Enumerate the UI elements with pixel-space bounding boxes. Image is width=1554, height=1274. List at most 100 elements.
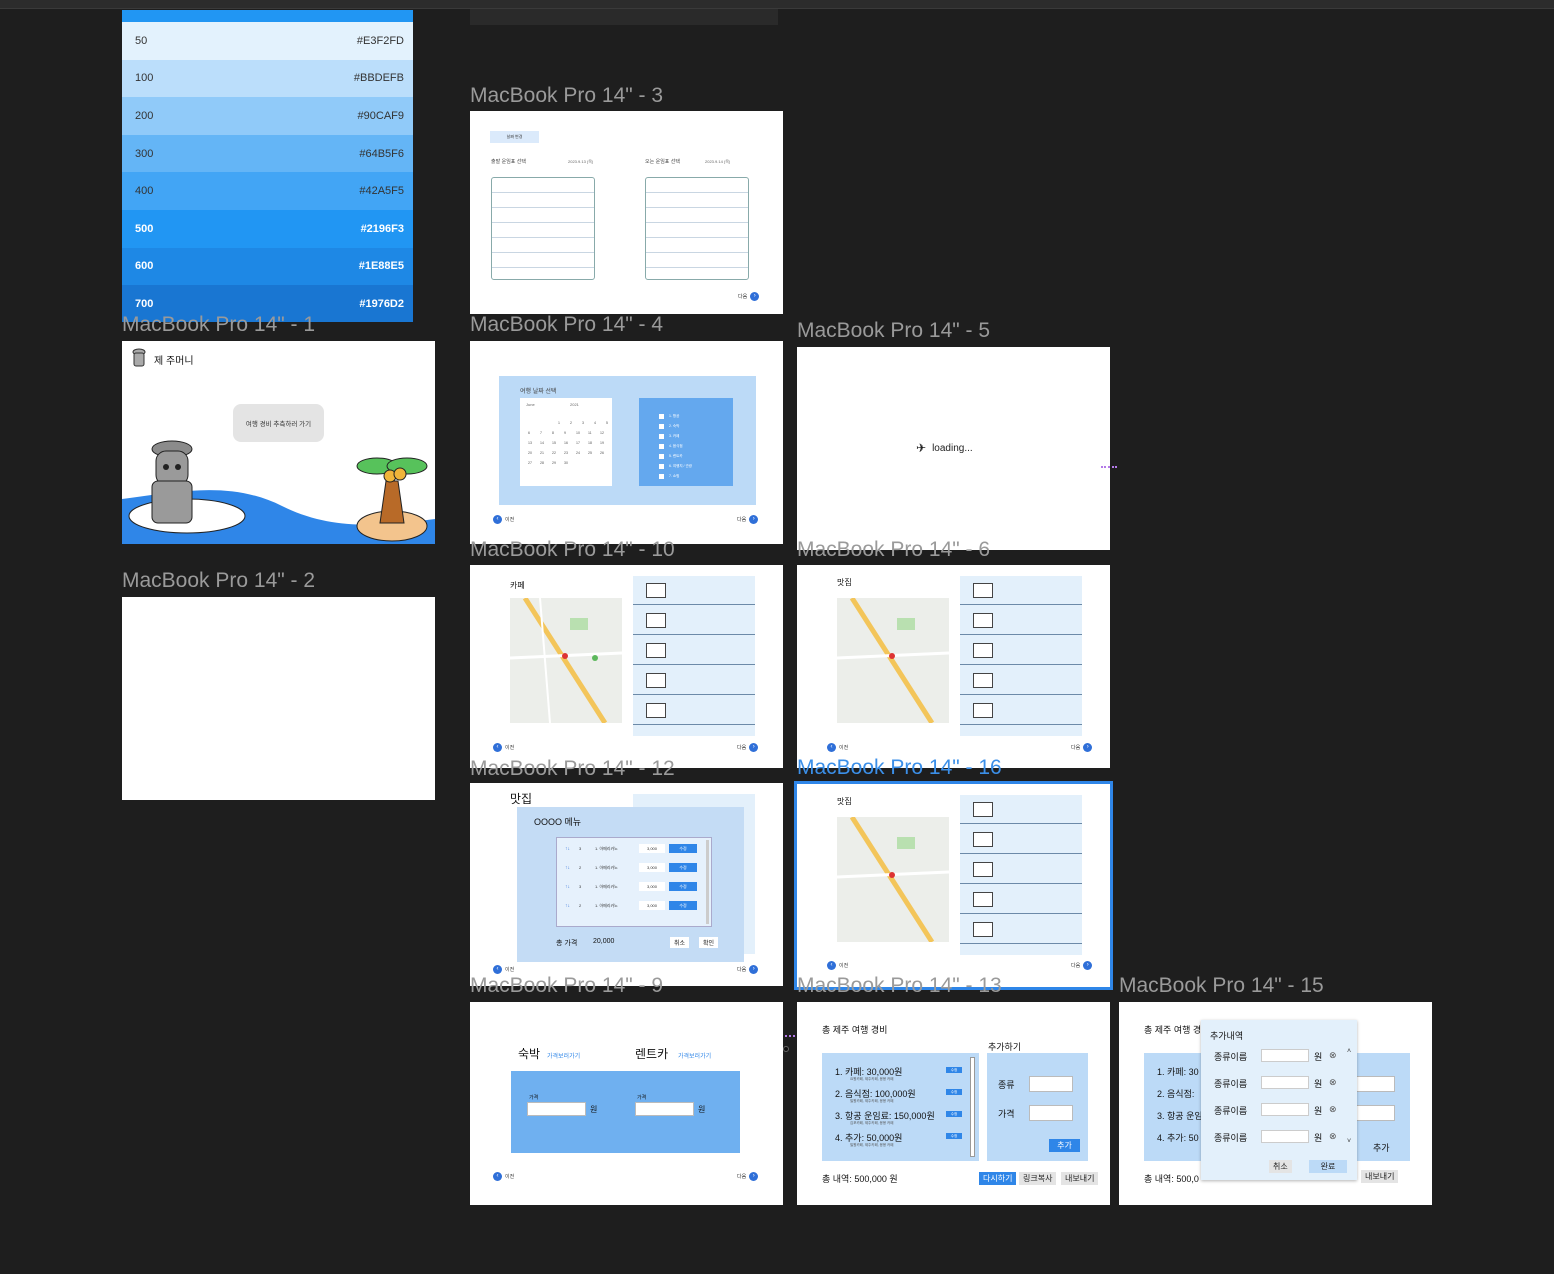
frame-label[interactable]: MacBook Pro 14" - 1 [122, 313, 315, 337]
menu-price-input[interactable]: 3,000 [639, 882, 665, 891]
checkbox-icon[interactable] [659, 454, 664, 459]
menu-edit-button[interactable]: 수정 [669, 882, 697, 891]
connection-dot[interactable] [783, 1046, 789, 1052]
place-list[interactable] [633, 576, 755, 736]
next-button[interactable]: 다음 › [1071, 961, 1093, 970]
category-checklist[interactable]: 1. 항공 2. 숙박 3. 카페 4. 음식점 5. 렌트카 6. 여행지 / 관광 7.… [639, 398, 733, 486]
cancel-button[interactable]: 취소 [670, 937, 690, 948]
scrollbar[interactable] [706, 840, 709, 924]
item-price-input[interactable] [1261, 1076, 1309, 1089]
menu-price-input[interactable]: 3,000 [639, 901, 665, 910]
frame-2[interactable] [122, 597, 435, 800]
qty-stepper-icon[interactable]: ↑↓ [565, 846, 570, 852]
frame-label[interactable]: MacBook Pro 14" - 5 [797, 319, 990, 343]
add-button[interactable]: 추가 [1373, 1141, 1390, 1154]
scroll-up-icon[interactable]: ˄ [1347, 1048, 1351, 1055]
frame-label[interactable]: MacBook Pro 14" - 4 [470, 313, 663, 337]
connection-handle[interactable] [1101, 466, 1117, 469]
redo-button[interactable]: 다시하기 [979, 1172, 1017, 1185]
change-date-tab[interactable]: 날짜 변경 [490, 131, 539, 143]
rentcar-price-link[interactable]: 가격보러가기 [678, 1051, 711, 1060]
checkbox-icon[interactable] [659, 424, 664, 429]
add-button[interactable]: 추가 [1049, 1139, 1080, 1152]
category-checkbox[interactable]: 3. 카페 [659, 434, 679, 439]
checkbox-icon[interactable] [659, 444, 664, 449]
remove-circle-icon[interactable]: ⊗ [1329, 1131, 1337, 1142]
checkbox-icon[interactable] [659, 474, 664, 479]
prev-button[interactable]: ‹ 이전 [493, 515, 514, 524]
color-swatch[interactable]: 300 #64B5F6 [122, 134, 413, 173]
frame-label[interactable]: MacBook Pro 14" - 13 [797, 974, 1002, 998]
frame-label[interactable]: MacBook Pro 14" - 12 [470, 757, 675, 781]
calendar[interactable]: June 2021 12345 6 7 8 9 10 11 12 13 14 15 16 17 18 1… [520, 398, 612, 486]
frame-9[interactable]: 숙박 가격보러가기 렌트카 가격보러가기 가격 원 가격 원 ‹ 이전 다음 › [470, 1002, 783, 1205]
scrollbar[interactable] [970, 1057, 975, 1157]
checkbox-icon[interactable] [659, 464, 664, 469]
remove-circle-icon[interactable]: ⊗ [1329, 1104, 1337, 1115]
next-button[interactable]: 다음 › [737, 743, 759, 752]
frame-3[interactable]: 날짜 변경 출발 운임표 선택 2023.9.13 (목) 오는 운임표 선택 … [470, 111, 783, 314]
kind-input[interactable] [1351, 1076, 1395, 1092]
next-button[interactable]: 다음 › [738, 292, 760, 301]
frame-label[interactable]: MacBook Pro 14" - 10 [470, 538, 675, 562]
price-input[interactable] [1029, 1105, 1073, 1121]
add-details-popup[interactable]: 추가내역 종류이름 원 ⊗ 종류이름 원 ⊗ 종류이름 원 ⊗ 종류이름 원 ⊗ ˄ ˅ 취소 완료 [1201, 1020, 1357, 1180]
done-button[interactable]: 완료 [1309, 1160, 1347, 1173]
qty-stepper-icon[interactable]: ↑↓ [565, 903, 570, 909]
frame-label-selected[interactable]: MacBook Pro 14" - 16 [797, 756, 1002, 780]
menu-modal[interactable]: OOOO 메뉴 ↑↓ 3 1. 아메리카노 3,000 수정 ↑↓ 2 1. 아메리카노 3,0… [517, 807, 744, 962]
frame-label[interactable]: MacBook Pro 14" - 9 [470, 974, 663, 998]
color-swatch[interactable]: 100 #BBDEFB [122, 59, 413, 98]
prev-button[interactable]: ‹ 이전 [827, 961, 848, 970]
stay-price-link[interactable]: 가격보러가기 [547, 1051, 580, 1060]
frame-12[interactable]: 맛집 OOOO 메뉴 ↑↓ 3 1. 아메리카노 3,000 수정 ↑↓ 2 1. 아메리카노… [470, 783, 783, 986]
remove-circle-icon[interactable]: ⊗ [1329, 1050, 1337, 1061]
category-checkbox[interactable]: 6. 여행지 / 관광 [659, 464, 692, 469]
checkbox-icon[interactable] [659, 434, 664, 439]
category-checkbox[interactable]: 4. 음식점 [659, 444, 683, 449]
frame-1[interactable]: 제 주머니 여행 경비 추측하러 가기 [122, 341, 435, 544]
departure-fare-table[interactable] [491, 177, 595, 280]
frame-label[interactable]: MacBook Pro 14" - 6 [797, 538, 990, 562]
prev-button[interactable]: ‹ 이전 [493, 965, 514, 974]
remove-circle-icon[interactable]: ⊗ [1329, 1077, 1337, 1088]
edit-button[interactable]: 수정 [946, 1111, 962, 1117]
edit-button[interactable]: 수정 [946, 1133, 962, 1139]
place-list[interactable] [960, 576, 1082, 736]
prev-button[interactable]: ‹ 이전 [493, 743, 514, 752]
prev-button[interactable]: ‹ 이전 [493, 1172, 514, 1181]
item-price-input[interactable] [1261, 1130, 1309, 1143]
next-button[interactable]: 다음 › [737, 965, 759, 974]
next-button[interactable]: 다음 › [1071, 743, 1093, 752]
map[interactable] [510, 598, 622, 723]
frame-label[interactable]: MacBook Pro 14" - 15 [1119, 974, 1324, 998]
cancel-button[interactable]: 취소 [1269, 1160, 1292, 1173]
qty-stepper-icon[interactable]: ↑↓ [565, 865, 570, 871]
menu-edit-button[interactable]: 수정 [669, 901, 697, 910]
frame-4[interactable]: 여행 날짜 선택 June 2021 12345 6 7 8 9 10 11 12 13 14… [470, 341, 783, 544]
kind-input[interactable] [1029, 1076, 1073, 1092]
confirm-button[interactable]: 확인 [699, 937, 719, 948]
rentcar-price-input[interactable] [635, 1102, 694, 1116]
color-swatch[interactable]: 500 #2196F3 [122, 209, 413, 248]
menu-list[interactable]: ↑↓ 3 1. 아메리카노 3,000 수정 ↑↓ 2 1. 아메리카노 3,000 수정 ↑↓ 3 1… [556, 837, 712, 927]
frame-16[interactable]: 맛집 ‹ 이전 다음 › [794, 781, 1113, 990]
export-button[interactable]: 내보내기 [1361, 1170, 1399, 1183]
frame-13[interactable]: 총 제주 여행 경비 1. 카페: 30,000원 요원카페, 제주카페, 응용 … [797, 1002, 1110, 1205]
qty-stepper-icon[interactable]: ↑↓ [565, 884, 570, 890]
category-checkbox[interactable]: 2. 숙박 [659, 424, 679, 429]
color-swatch[interactable]: 600 #1E88E5 [122, 247, 413, 286]
frame-10[interactable]: 카페 ‹ 이전 다음 › [470, 565, 783, 768]
scroll-down-icon[interactable]: ˅ [1347, 1138, 1351, 1145]
prev-button[interactable]: ‹ 이전 [827, 743, 848, 752]
menu-price-input[interactable]: 3,000 [639, 863, 665, 872]
frame-15[interactable]: 총 제주 여행 경비 1. 카페: 30 2. 음식점: 3. 항공 운임 4. 추가… [1119, 1002, 1432, 1205]
place-list[interactable] [960, 795, 1082, 955]
category-checkbox[interactable]: 1. 항공 [659, 414, 679, 419]
return-fare-table[interactable] [645, 177, 749, 280]
frame-5[interactable]: ✈ loading... [797, 347, 1110, 550]
price-input[interactable] [1351, 1105, 1395, 1121]
item-price-input[interactable] [1261, 1103, 1309, 1116]
frame-6[interactable]: 맛집 ‹ 이전 다음 › [797, 565, 1110, 768]
next-button[interactable]: 다음 › [737, 515, 759, 524]
